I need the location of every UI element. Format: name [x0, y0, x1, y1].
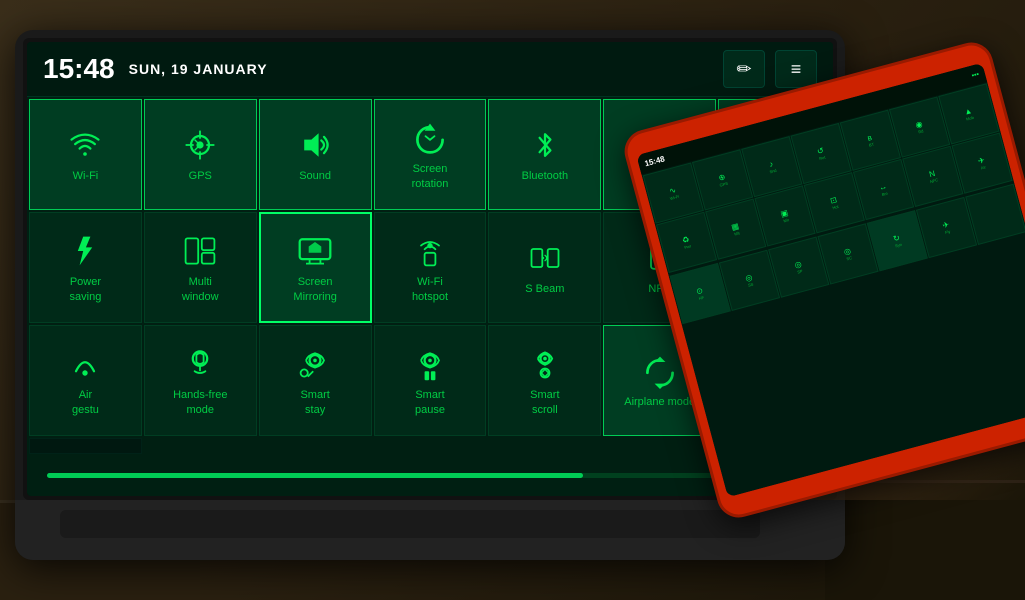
tile-hands-free-label: Hands-freemode	[173, 388, 227, 417]
tile-smart-stay-label: Smartstay	[300, 388, 329, 417]
smart-pause-icon	[412, 346, 448, 382]
tile-s-beam[interactable]: S Beam	[488, 212, 601, 323]
hands-free-icon	[182, 346, 218, 382]
tile-wifi[interactable]: Wi-Fi	[29, 99, 142, 210]
phone-time: 15:48	[644, 154, 666, 168]
header-bar: 15:48 SUN, 19 JANUARY ✏ ≡	[27, 42, 833, 97]
tile-sound[interactable]: Sound	[259, 99, 372, 210]
edit-button[interactable]: ✏	[723, 50, 765, 88]
tile-mirroring-label: ScreenMirroring	[293, 275, 336, 304]
gps-icon	[182, 127, 218, 163]
menu-button[interactable]: ≡	[775, 50, 817, 88]
header-icons: ✏ ≡	[723, 50, 817, 88]
tile-screen-mirroring[interactable]: ScreenMirroring	[259, 212, 372, 323]
power-saving-icon	[67, 233, 103, 269]
tile-wifi-hotspot[interactable]: Wi-Fihotspot	[374, 212, 487, 323]
s-beam-icon	[527, 240, 563, 276]
tile-sound-label: Sound	[299, 169, 331, 183]
tile-power-saving[interactable]: Powersaving	[29, 212, 142, 323]
screen-mirroring-icon	[297, 233, 333, 269]
tile-multi-window-label: Multiwindow	[182, 275, 219, 304]
tile-sync-label: Airplane mode	[624, 395, 695, 409]
hotspot-icon	[412, 233, 448, 269]
tile-smart-stay[interactable]: Smartstay	[259, 325, 372, 436]
tile-hotspot-label: Wi-Fihotspot	[412, 275, 448, 304]
menu-icon: ≡	[791, 59, 802, 80]
tile-bluetooth-label: Bluetooth	[522, 169, 568, 183]
tile-smart-pause[interactable]: Smartpause	[374, 325, 487, 436]
smart-stay-icon	[297, 346, 333, 382]
tile-screen-rotation[interactable]: Screenrotation	[374, 99, 487, 210]
time-display: 15:48	[43, 53, 115, 85]
air-gesture-icon	[67, 346, 103, 382]
rotation-icon	[412, 120, 448, 156]
sound-icon	[297, 127, 333, 163]
soundbar	[60, 510, 760, 538]
phone-status-icons: ▪▪▪	[971, 71, 980, 80]
tile-gps[interactable]: GPS	[144, 99, 257, 210]
tile-smart-pause-label: Smartpause	[415, 388, 445, 417]
smart-scroll-icon	[527, 346, 563, 382]
tile-gps-label: GPS	[189, 169, 212, 183]
tile-air-gesture[interactable]: Airgestu	[29, 325, 142, 436]
edit-icon: ✏	[736, 59, 751, 80]
sync-icon	[642, 353, 678, 389]
tile-air-gesture-label: Airgestu	[72, 388, 99, 417]
tile-smart-scroll-label: Smartscroll	[530, 388, 559, 417]
date-display: SUN, 19 JANUARY	[129, 61, 723, 77]
tile-bluetooth[interactable]: Bluetooth	[488, 99, 601, 210]
multi-window-icon	[182, 233, 218, 269]
wifi-icon	[67, 127, 103, 163]
tile-wifi-label: Wi-Fi	[73, 169, 99, 183]
tile-multi-window[interactable]: Multiwindow	[144, 212, 257, 323]
tile-rotation-label: Screenrotation	[412, 162, 449, 191]
tile-power-saving-label: Powersaving	[70, 275, 102, 304]
tile-empty	[29, 438, 142, 454]
progress-bar-container	[47, 473, 813, 478]
tile-hands-free[interactable]: Hands-freemode	[144, 325, 257, 436]
progress-bar-fill	[47, 473, 583, 478]
bluetooth-icon	[527, 127, 563, 163]
tile-smart-scroll[interactable]: Smartscroll	[488, 325, 601, 436]
tile-s-beam-label: S Beam	[525, 282, 564, 296]
